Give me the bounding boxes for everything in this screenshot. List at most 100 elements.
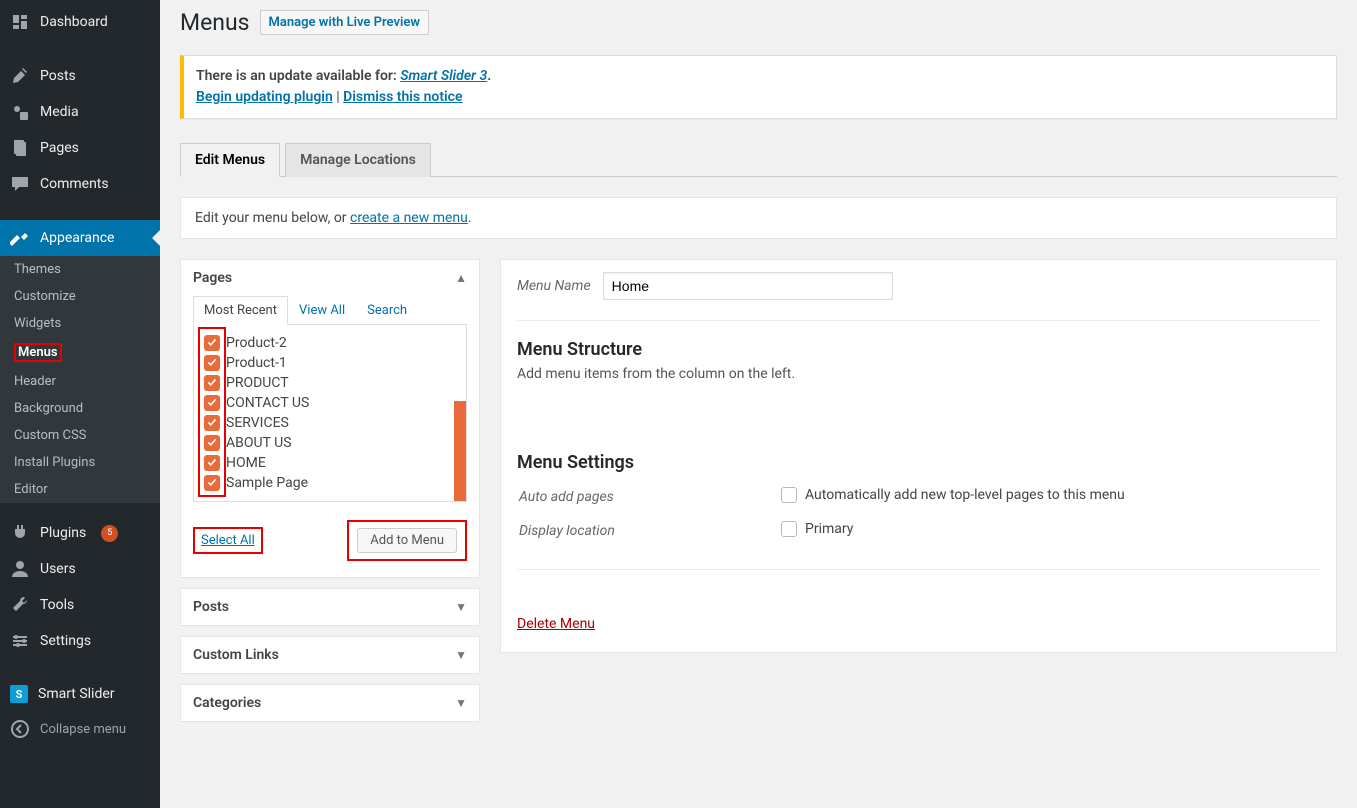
submenu-header[interactable]: Header: [0, 368, 160, 395]
pages-inner-tabs: Most Recent View All Search: [193, 296, 467, 325]
checkbox-checked[interactable]: [204, 395, 220, 411]
submenu-customize[interactable]: Customize: [0, 283, 160, 310]
tab-most-recent[interactable]: Most Recent: [193, 296, 288, 325]
edit-menu-prompt: Edit your menu below, or create a new me…: [180, 197, 1337, 239]
comments-icon: [10, 174, 30, 194]
sidebar-item-users[interactable]: Users: [0, 551, 160, 587]
sidebar-item-settings[interactable]: Settings: [0, 623, 160, 659]
option-text: Primary: [805, 521, 853, 537]
page-item[interactable]: SERVICES: [204, 413, 456, 433]
checkbox-checked[interactable]: [204, 435, 220, 451]
submenu-install-plugins[interactable]: Install Plugins: [0, 449, 160, 476]
checkbox-checked[interactable]: [204, 355, 220, 371]
appearance-icon: [10, 228, 30, 248]
menu-name-label: Menu Name: [517, 278, 591, 294]
sidebar-item-media[interactable]: Media: [0, 94, 160, 130]
chevron-down-icon: ▼: [455, 696, 467, 710]
metabox-posts-toggle[interactable]: Posts ▼: [181, 589, 479, 625]
update-badge: 5: [101, 525, 118, 542]
dismiss-notice-link[interactable]: Dismiss this notice: [343, 89, 462, 105]
add-to-menu-button[interactable]: Add to Menu: [357, 528, 457, 553]
divider: [517, 320, 1320, 321]
page-item[interactable]: Product-1: [204, 353, 456, 373]
plugin-icon: [10, 523, 30, 543]
sidebar-item-tools[interactable]: Tools: [0, 587, 160, 623]
sidebar-item-smart-slider[interactable]: S Smart Slider: [0, 677, 160, 711]
sidebar-label: Posts: [40, 68, 76, 84]
users-icon: [10, 559, 30, 579]
tab-view-all[interactable]: View All: [288, 296, 356, 325]
checkbox-checked[interactable]: [204, 475, 220, 491]
delete-menu-link[interactable]: Delete Menu: [517, 616, 595, 632]
page-item[interactable]: CONTACT US: [204, 393, 456, 413]
submenu-menus[interactable]: Menus: [0, 337, 160, 368]
page-item[interactable]: HOME: [204, 453, 456, 473]
option-text: Automatically add new top-level pages to…: [805, 487, 1125, 503]
tools-icon: [10, 595, 30, 615]
chevron-down-icon: ▼: [455, 600, 467, 614]
page-label: Sample Page: [226, 475, 308, 491]
tab-edit-menus[interactable]: Edit Menus: [180, 143, 280, 177]
sidebar-label: Tools: [40, 597, 74, 613]
select-all-link[interactable]: Select All: [201, 533, 255, 548]
checkbox-checked[interactable]: [204, 415, 220, 431]
checkbox-checked[interactable]: [204, 375, 220, 391]
display-location-option[interactable]: Primary: [781, 521, 853, 537]
begin-update-link[interactable]: Begin updating plugin: [196, 89, 333, 105]
notice-plugin-link[interactable]: Smart Slider 3: [400, 68, 487, 84]
menu-items-column: Pages ▲ Most Recent View All Search: [180, 259, 480, 732]
sidebar-item-pages[interactable]: Pages: [0, 130, 160, 166]
sidebar-item-appearance[interactable]: Appearance: [0, 220, 160, 256]
dashboard-icon: [10, 12, 30, 32]
metabox-categories: Categories ▼: [180, 684, 480, 722]
sidebar-item-plugins[interactable]: Plugins 5: [0, 515, 160, 551]
create-new-menu-link[interactable]: create a new menu: [350, 210, 468, 226]
metabox-title: Categories: [193, 695, 261, 711]
page-header: Menus Manage with Live Preview: [180, 0, 1337, 40]
page-label: PRODUCT: [226, 375, 289, 391]
metabox-title: Posts: [193, 599, 229, 615]
tab-search[interactable]: Search: [356, 296, 418, 325]
checkbox-unchecked[interactable]: [781, 487, 797, 503]
highlight-add-to-menu: Add to Menu: [347, 520, 467, 561]
menu-structure-help: Add menu items from the column on the le…: [517, 366, 1320, 382]
sidebar-item-dashboard[interactable]: Dashboard: [0, 4, 160, 40]
submenu-themes[interactable]: Themes: [0, 256, 160, 283]
sidebar-label: Smart Slider: [38, 686, 115, 702]
manage-live-preview-button[interactable]: Manage with Live Preview: [260, 10, 429, 35]
submenu-background[interactable]: Background: [0, 395, 160, 422]
submenu-widgets[interactable]: Widgets: [0, 310, 160, 337]
auto-add-pages-option[interactable]: Automatically add new top-level pages to…: [781, 487, 1125, 503]
checkbox-checked[interactable]: [204, 335, 220, 351]
submenu-custom-css[interactable]: Custom CSS: [0, 422, 160, 449]
checkbox-unchecked[interactable]: [781, 521, 797, 537]
smart-slider-icon: S: [10, 685, 28, 703]
metabox-pages-toggle[interactable]: Pages ▲: [181, 260, 479, 296]
scrollbar-thumb[interactable]: [454, 401, 466, 502]
page-item[interactable]: Product-2: [204, 333, 456, 353]
menu-name-input[interactable]: [603, 272, 893, 300]
checkbox-checked[interactable]: [204, 455, 220, 471]
appearance-submenu: Themes Customize Widgets Menus Header Ba…: [0, 256, 160, 503]
submenu-editor[interactable]: Editor: [0, 476, 160, 503]
page-item[interactable]: ABOUT US: [204, 433, 456, 453]
page-item[interactable]: Sample Page: [204, 473, 456, 493]
menu-settings-table: Auto add pages Automatically add new top…: [517, 479, 1127, 549]
pages-checklist[interactable]: Product-2 Product-1 PRODUCT CONTACT: [193, 325, 467, 502]
metabox-custom-links-toggle[interactable]: Custom Links ▼: [181, 637, 479, 673]
page-label: Product-1: [226, 355, 287, 371]
sidebar-item-comments[interactable]: Comments: [0, 166, 160, 202]
prompt-pre: Edit your menu below, or: [195, 210, 350, 226]
tab-manage-locations[interactable]: Manage Locations: [285, 143, 431, 177]
metabox-categories-toggle[interactable]: Categories ▼: [181, 685, 479, 721]
page-label: CONTACT US: [226, 395, 309, 411]
media-icon: [10, 102, 30, 122]
chevron-up-icon: ▲: [455, 271, 467, 285]
pages-icon: [10, 138, 30, 158]
metabox-title: Pages: [193, 270, 232, 286]
sidebar-label: Users: [40, 561, 76, 577]
page-item[interactable]: PRODUCT: [204, 373, 456, 393]
sidebar-item-posts[interactable]: Posts: [0, 58, 160, 94]
collapse-menu[interactable]: Collapse menu: [0, 711, 160, 747]
menu-structure-heading: Menu Structure: [517, 339, 1320, 360]
